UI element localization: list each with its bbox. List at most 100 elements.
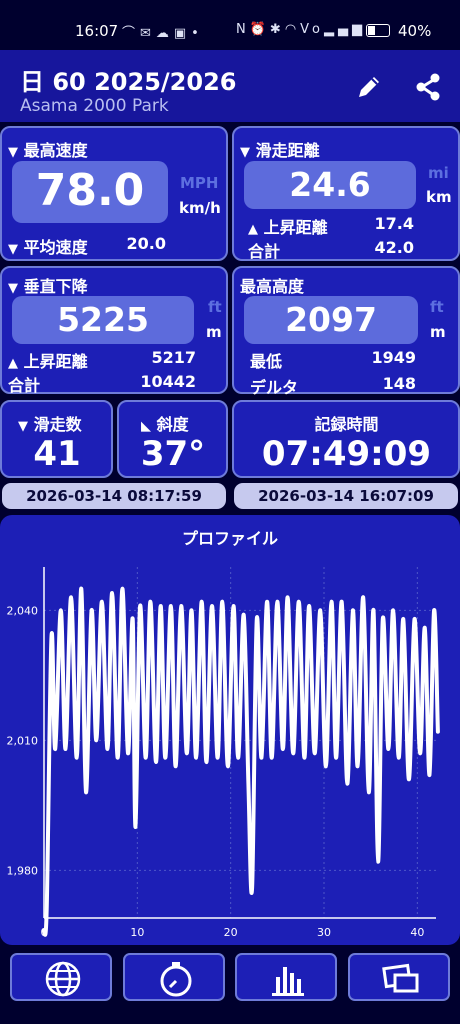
y-tick-label: 2,010 <box>7 734 39 747</box>
altitude-unit-m[interactable]: m <box>430 323 446 341</box>
max-speed-card[interactable]: ▼ 最高速度 78.0 MPH km/h ▼ 平均速度 20.0 <box>0 126 228 261</box>
x-tick-label: 40 <box>410 926 424 939</box>
max-altitude-value-box: 2097 <box>244 296 418 344</box>
pencil-icon <box>359 77 379 97</box>
max-speed-value: 78.0 <box>35 165 145 216</box>
globe-icon <box>45 961 81 997</box>
distance-unit-km[interactable]: km <box>426 188 452 206</box>
distance-unit-mi[interactable]: mi <box>428 164 449 182</box>
system-icons: N⏰✱◠Vo▂▄▆ <box>236 22 366 37</box>
wifi-icon: ◠ <box>284 22 301 37</box>
ascent-triangle-icon: ▲ <box>8 356 18 371</box>
edit-button[interactable] <box>352 70 386 104</box>
max-altitude-card[interactable]: 最高高度 2097 ft m 最低 1949 デルタ 148 <box>232 266 460 397</box>
stopwatch-nav-button[interactable] <box>123 953 225 1001</box>
map-nav-button[interactable] <box>10 953 112 1001</box>
vertical-ascent-label: 上昇距離 <box>23 352 88 371</box>
vertical-total-label: 合計 <box>8 376 41 395</box>
vertical-descent-label-group: ▼ 垂直下降 <box>8 273 88 297</box>
y-tick-label: 1,980 <box>7 864 39 877</box>
status-time: 16:07 <box>75 22 119 40</box>
slope-label: 斜度 <box>156 415 189 434</box>
vertical-ascent-label-group: ▲ 上昇距離 <box>8 348 88 372</box>
runs-value: 41 <box>33 434 81 474</box>
ski-distance-label-group: ▼ 滑走距離 <box>240 137 320 161</box>
altitude-delta-value: 148 <box>382 374 416 393</box>
y-tick-label: 2,040 <box>7 604 39 617</box>
slope-value: 37° <box>140 434 206 474</box>
x-tick-label: 10 <box>130 926 144 939</box>
end-datetime: 2026-03-14 16:07:09 +09:00 <box>234 483 458 531</box>
avg-speed-label: 平均速度 <box>23 238 88 257</box>
stopwatch-icon <box>160 962 192 997</box>
max-altitude-label: 最高高度 <box>240 277 305 296</box>
bluetooth-icon: ✱ <box>269 22 285 37</box>
total-distance-value: 42.0 <box>374 238 414 257</box>
vertical-unit-m[interactable]: m <box>206 323 222 341</box>
alarm-icon: ⏰ <box>249 22 270 37</box>
speed-unit-kmh[interactable]: km/h <box>179 199 221 217</box>
record-time-label: 記録時間 <box>314 415 379 434</box>
share-icon <box>416 73 440 101</box>
avg-speed-label-group: ▼ 平均速度 <box>8 234 88 258</box>
ski-distance-label: 滑走距離 <box>255 141 320 160</box>
gallery-nav-button[interactable] <box>348 953 450 1001</box>
min-altitude-value: 1949 <box>371 348 416 367</box>
ascent-distance-value: 17.4 <box>374 214 414 233</box>
altitude-delta-label: デルタ <box>250 378 299 397</box>
bar-chart-icon <box>272 967 304 996</box>
collapse-triangle-icon: ▼ <box>8 145 18 160</box>
app-header: 日 60 2025/2026 Asama 2000 Park <box>0 50 460 122</box>
record-time-card[interactable]: 記録時間 07:49:09 <box>232 400 460 478</box>
total-distance-label: 合計 <box>248 242 281 261</box>
battery-percent: 40% <box>398 22 432 40</box>
x-tick-label: 30 <box>317 926 331 939</box>
collapse-triangle-icon: ▼ <box>18 419 28 434</box>
vertical-descent-value: 5225 <box>57 300 149 339</box>
max-speed-value-box: 78.0 <box>12 161 168 223</box>
collapse-triangle-icon: ▼ <box>240 145 250 160</box>
vertical-descent-value-box: 5225 <box>12 296 194 344</box>
ski-distance-value-box: 24.6 <box>244 161 416 209</box>
max-speed-label-group: ▼ 最高速度 <box>8 137 88 161</box>
profile-chart[interactable]: 1,9802,0102,0400 10 20 30 40 <box>0 515 460 945</box>
ascent-label: 上昇距離 <box>263 218 328 237</box>
altitude-profile-line <box>42 586 440 937</box>
avg-speed-value: 20.0 <box>126 234 166 253</box>
record-time-value: 07:49:09 <box>261 434 432 474</box>
share-button[interactable] <box>412 70 446 104</box>
runs-label-group: ▼ 滑走数 <box>18 411 82 435</box>
runs-label: 滑走数 <box>33 415 82 434</box>
start-datetime: 2026-03-14 08:17:59 +09:00 <box>2 483 226 531</box>
status-bar: 16:07 ⌒✉☁▣• N⏰✱◠Vo▂▄▆ 40% <box>0 0 460 50</box>
altitude-unit-ft[interactable]: ft <box>430 298 444 316</box>
slope-label-group: ◣ 斜度 <box>141 411 189 435</box>
ski-distance-value: 24.6 <box>289 165 371 204</box>
ascent-triangle-icon: ▲ <box>248 222 258 237</box>
x-tick-label: 20 <box>224 926 238 939</box>
battery-icon <box>366 24 390 37</box>
resort-name: Asama 2000 Park <box>20 96 169 116</box>
ski-distance-card[interactable]: ▼ 滑走距離 24.6 mi km ▲ 上昇距離 17.4 合計 42.0 <box>232 126 460 261</box>
slope-card[interactable]: ◣ 斜度 37° <box>117 400 228 478</box>
ascent-label-group: ▲ 上昇距離 <box>248 214 328 238</box>
gallery-icon <box>382 963 419 993</box>
signal-icon: ▂▄▆ <box>324 22 367 37</box>
nfc-icon: N <box>236 22 250 37</box>
page-title: 日 60 2025/2026 <box>20 68 237 96</box>
vertical-total-value: 10442 <box>140 372 196 391</box>
speed-unit-mph[interactable]: MPH <box>180 174 218 192</box>
max-speed-label: 最高速度 <box>23 141 88 160</box>
max-altitude-value: 2097 <box>285 300 377 339</box>
vertical-ascent-value: 5217 <box>151 348 196 367</box>
runs-card[interactable]: ▼ 滑走数 41 <box>0 400 113 478</box>
stats-nav-button[interactable] <box>235 953 337 1001</box>
vertical-descent-card[interactable]: ▼ 垂直下降 5225 ft m ▲ 上昇距離 5217 合計 10442 <box>0 266 228 395</box>
profile-chart-card[interactable]: プロファイル 1,980 2,010 2,040 0 10 20 30 40 <box>0 515 460 945</box>
slope-icon: ◣ <box>141 419 151 434</box>
min-altitude-label: 最低 <box>250 352 283 371</box>
vertical-unit-ft[interactable]: ft <box>208 298 222 316</box>
volte-icon: Vo <box>300 22 325 37</box>
vertical-descent-label: 垂直下降 <box>23 277 88 296</box>
notification-icons: ⌒✉☁▣• <box>122 26 204 41</box>
